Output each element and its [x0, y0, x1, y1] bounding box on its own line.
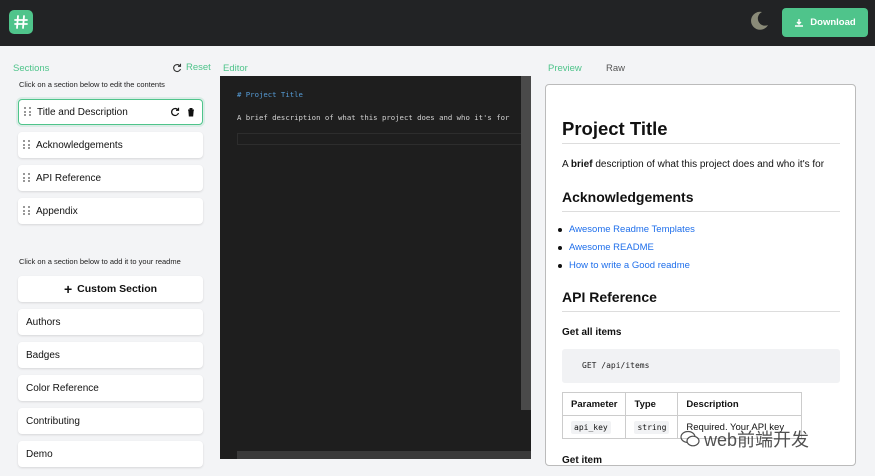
section-item-api-reference[interactable]: API Reference	[18, 165, 203, 191]
section-label: Acknowledgements	[36, 139, 123, 151]
preview-h1: Project Title	[562, 118, 668, 139]
section-label: Title and Description	[37, 106, 128, 118]
table-header: Parameter	[561, 392, 627, 416]
section-item-acknowledgements[interactable]: Acknowledgements	[18, 132, 203, 158]
preview-h2-acknowledgements: Acknowledgements	[562, 189, 694, 205]
hash-logo-icon[interactable]	[9, 10, 33, 34]
table-cell: string	[625, 415, 679, 439]
plus-icon: +	[63, 281, 73, 297]
custom-section-label: Custom Section	[77, 283, 158, 295]
drag-handle-icon[interactable]	[24, 107, 32, 117]
add-section-color-reference[interactable]: Color Reference	[18, 375, 203, 401]
wechat-icon	[680, 430, 700, 447]
edit-hint: Click on a section below to edit the con…	[19, 80, 165, 89]
reset-label: Reset	[186, 62, 211, 73]
watermark-text: web前端开发	[704, 430, 810, 450]
add-section-authors[interactable]: Authors	[18, 309, 203, 335]
editor-line[interactable]: # Project Title	[237, 90, 303, 99]
top-bar: Download	[0, 0, 875, 46]
drag-handle-icon[interactable]	[23, 206, 31, 216]
table-header: Description	[677, 392, 803, 416]
markdown-editor[interactable]: # Project Title A brief description of w…	[220, 76, 531, 459]
preview-link[interactable]: How to write a Good readme	[546, 260, 690, 271]
add-section-label: Badges	[26, 349, 60, 361]
preview-link[interactable]: Awesome Readme Templates	[546, 224, 695, 235]
preview-description: A brief description of what this project…	[562, 159, 825, 170]
download-button[interactable]: Download	[782, 8, 868, 37]
code-text: GET /api/items	[582, 361, 650, 370]
add-section-label: Contributing	[26, 415, 80, 427]
add-hint: Click on a section below to add it to yo…	[19, 257, 181, 266]
sections-title: Sections	[13, 63, 50, 74]
vertical-scrollbar[interactable]	[521, 76, 531, 410]
preview-pane: Project Title A brief description of wha…	[545, 84, 856, 466]
drag-handle-icon[interactable]	[23, 140, 31, 150]
trash-icon[interactable]	[186, 107, 196, 117]
reset-button[interactable]: Reset	[172, 62, 211, 73]
custom-section-button[interactable]: + Custom Section	[18, 276, 203, 302]
section-item-appendix[interactable]: Appendix	[18, 198, 203, 224]
add-section-contributing[interactable]: Contributing	[18, 408, 203, 434]
download-label: Download	[810, 17, 856, 28]
preview-h2-api-reference: API Reference	[562, 289, 657, 305]
preview-h4-get-all-items: Get all items	[562, 327, 622, 338]
divider	[562, 311, 840, 312]
preview-link[interactable]: Awesome README	[546, 242, 654, 253]
editor-title: Editor	[223, 63, 248, 74]
moon-icon[interactable]	[748, 10, 770, 32]
reset-section-icon[interactable]	[170, 107, 180, 117]
add-section-label: Color Reference	[26, 382, 99, 394]
drag-handle-icon[interactable]	[23, 173, 31, 183]
watermark: web前端开发	[680, 426, 809, 452]
table-cell: api_key	[561, 415, 627, 439]
add-section-badges[interactable]: Badges	[18, 342, 203, 368]
download-icon	[795, 18, 804, 27]
horizontal-scrollbar[interactable]	[237, 451, 531, 459]
section-label: Appendix	[36, 205, 78, 217]
table-header: Type	[625, 392, 679, 416]
editor-line[interactable]: A brief description of what this project…	[237, 113, 509, 122]
tab-preview[interactable]: Preview	[548, 63, 582, 74]
add-section-label: Authors	[26, 316, 61, 328]
refresh-icon	[173, 63, 182, 72]
preview-code-block: GET /api/items	[562, 349, 840, 383]
divider	[562, 143, 840, 144]
preview-h4-get-item: Get item	[562, 455, 603, 466]
add-section-label: Demo	[26, 448, 53, 460]
table-header-row: Parameter Type Description	[561, 392, 803, 416]
current-line-highlight	[237, 133, 527, 145]
section-item-title-and-description[interactable]: Title and Description	[18, 99, 203, 125]
section-label: API Reference	[36, 172, 102, 184]
divider	[562, 211, 840, 212]
tab-raw[interactable]: Raw	[606, 63, 625, 74]
add-section-demo[interactable]: Demo	[18, 441, 203, 467]
